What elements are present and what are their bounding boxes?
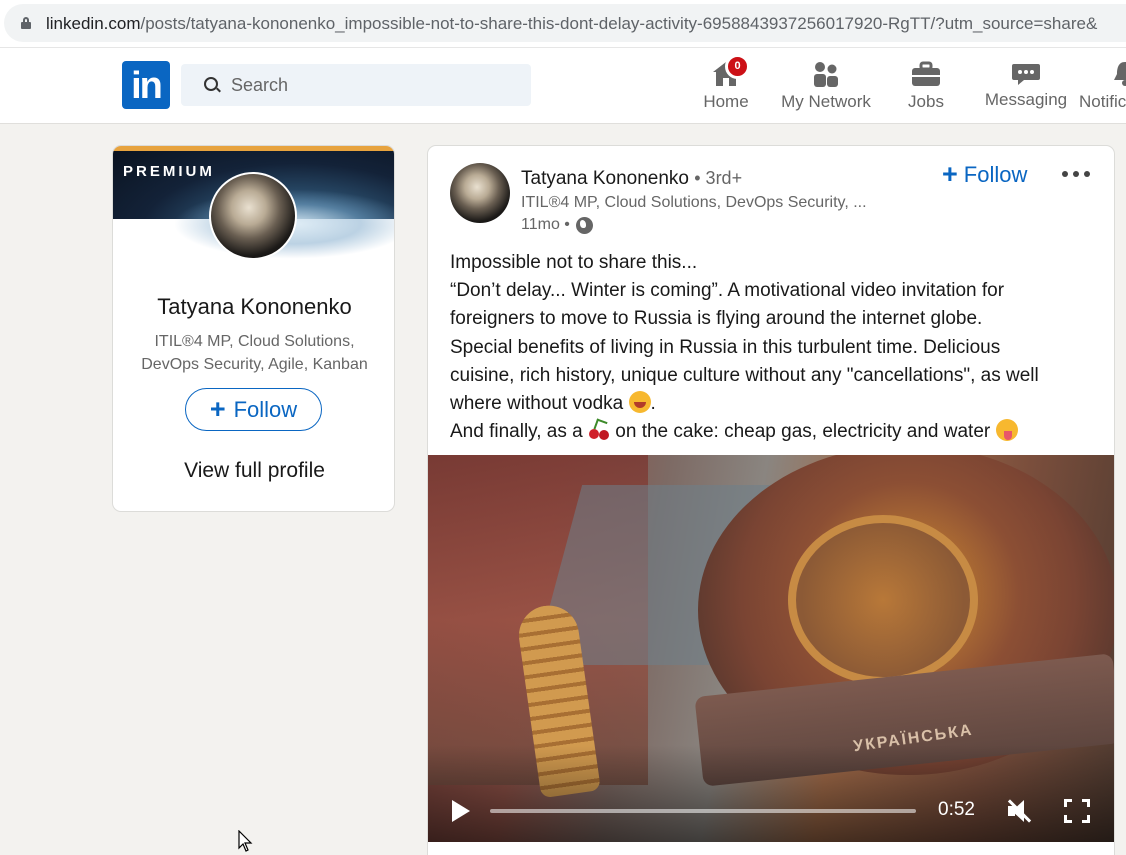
nav-my-network-label: My Network: [781, 92, 871, 111]
tongue-emoji-icon: [995, 419, 1018, 442]
post-text-line: where without vodka .: [450, 390, 1100, 418]
post-author-avatar[interactable]: [450, 163, 510, 223]
chat-icon: [1012, 64, 1040, 85]
premium-label: PREMIUM: [123, 163, 215, 180]
post-text-fragment: where without vodka: [450, 393, 624, 415]
search-box[interactable]: [181, 64, 531, 106]
plus-icon: +: [942, 159, 958, 189]
profile-follow-label: Follow: [233, 396, 298, 422]
nav-notifications-label: Notific: [1079, 92, 1126, 111]
connection-degree: • 3rd+: [694, 168, 743, 188]
post-follow-button[interactable]: + Follow: [942, 161, 1027, 188]
nav-messaging[interactable]: Messaging: [982, 56, 1070, 118]
post-card: Tatyana Kononenko • 3rd+ ITIL®4 MP, Clou…: [427, 145, 1115, 855]
browser-url-bar: linkedin.com/posts/tatyana-kononenko_imp…: [0, 0, 1126, 47]
laughing-emoji-icon: [628, 391, 651, 414]
url-path: /posts/tatyana-kononenko_impossible-not-…: [140, 14, 1098, 33]
nav-notifications[interactable]: Notific: [1079, 56, 1126, 118]
mouse-cursor-icon: [238, 830, 253, 852]
post-meta: 11mo •: [521, 216, 593, 234]
nav-jobs-label: Jobs: [908, 92, 944, 111]
plus-icon: +: [209, 394, 226, 424]
cherry-emoji-icon: [588, 419, 610, 441]
people-icon: [814, 62, 838, 87]
video-controls: 0:52: [428, 785, 1114, 835]
muted-speaker-icon[interactable]: [1006, 797, 1034, 825]
post-author-name[interactable]: Tatyana Kononenko: [521, 168, 689, 189]
briefcase-icon: [912, 61, 940, 86]
fullscreen-icon[interactable]: [1064, 799, 1090, 823]
nav-messaging-label: Messaging: [984, 90, 1068, 109]
profile-headline-line1: ITIL®4 MP, Cloud Solutions,: [154, 333, 355, 350]
video-time: 0:52: [938, 799, 975, 820]
top-navigation: in Home My Network Jobs Messaging: [0, 47, 1126, 124]
post-text-line: Special benefits of living in Russia in …: [450, 336, 1001, 358]
nav-home-label: Home: [703, 92, 749, 111]
profile-card: PREMIUM Tatyana Kononenko ITIL®4 MP, Clo…: [112, 145, 395, 512]
bell-icon: [1114, 62, 1126, 86]
profile-headline-line2: DevOps Security, Agile, Kanban: [141, 356, 368, 373]
address-field[interactable]: linkedin.com/posts/tatyana-kononenko_imp…: [4, 4, 1126, 42]
globe-icon: [575, 216, 593, 234]
nav-my-network[interactable]: My Network: [776, 56, 876, 118]
post-video[interactable]: УКРАЇНСЬКА 0:52: [428, 455, 1114, 842]
profile-avatar[interactable]: [209, 172, 297, 260]
view-full-profile-link[interactable]: View full profile: [113, 459, 394, 483]
post-text-fragment: .: [650, 393, 656, 415]
post-body: Impossible not to share this... “Don’t d…: [450, 249, 1100, 446]
nav-jobs[interactable]: Jobs: [896, 56, 956, 118]
post-text-line: cuisine, rich history, unique culture wi…: [450, 364, 1039, 386]
post-text-fragment: And finally, as a: [450, 421, 583, 443]
url-host: linkedin.com: [46, 14, 141, 33]
post-age[interactable]: 11mo •: [521, 216, 570, 234]
lock-icon[interactable]: [21, 17, 31, 29]
post-author-headline: ITIL®4 MP, Cloud Solutions, DevOps Secur…: [521, 194, 867, 211]
video-progress-bar[interactable]: [490, 809, 916, 813]
search-icon: [204, 77, 218, 91]
profile-follow-button[interactable]: + Follow: [185, 388, 322, 431]
url-text[interactable]: linkedin.com/posts/tatyana-kononenko_imp…: [46, 14, 1097, 34]
post-text-line: “Don’t delay... Winter is coming”. A mot…: [450, 280, 1005, 302]
profile-headline: ITIL®4 MP, Cloud Solutions, DevOps Secur…: [131, 330, 378, 376]
post-text-fragment: on the cake: cheap gas, electricity and …: [615, 421, 991, 443]
profile-name[interactable]: Tatyana Kononenko: [113, 294, 394, 320]
play-icon[interactable]: [452, 800, 470, 822]
post-text-line: And finally, as a on the cake: cheap gas…: [450, 418, 1100, 446]
search-input[interactable]: [231, 74, 511, 96]
linkedin-logo[interactable]: in: [122, 61, 170, 109]
more-options-icon[interactable]: [1060, 162, 1092, 186]
post-text-line: Impossible not to share this...: [450, 252, 698, 273]
home-notification-badge: 0: [725, 54, 750, 79]
post-text-line: foreigners to move to Russia is flying a…: [450, 308, 983, 330]
post-follow-label: Follow: [963, 161, 1028, 187]
post-author-line: Tatyana Kononenko • 3rd+: [521, 168, 742, 190]
